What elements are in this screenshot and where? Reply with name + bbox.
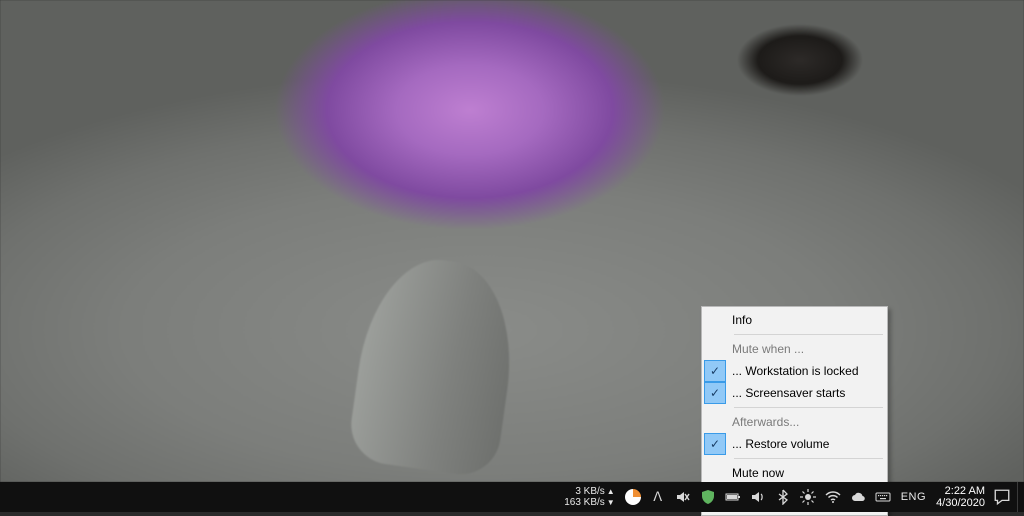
battery-icon[interactable] <box>725 489 741 505</box>
check-icon: ✓ <box>704 433 726 455</box>
menu-separator <box>734 407 883 408</box>
down-arrow-icon: ▼ <box>607 497 615 508</box>
disk-usage-icon[interactable] <box>625 489 641 505</box>
language-indicator[interactable]: ENG <box>897 491 930 503</box>
tray-overflow-button[interactable]: ᐱ <box>650 489 666 505</box>
menu-item-restore-volume[interactable]: ✓ ... Restore volume <box>704 433 885 455</box>
menu-item-label: Mute when ... <box>732 338 877 360</box>
pie-icon <box>625 489 641 505</box>
taskbar: 3 KB/s ▲ 163 KB/s ▼ ᐱ <box>0 482 1024 512</box>
keyboard-icon[interactable] <box>875 489 891 505</box>
netspeed-down-value: 163 KB/s <box>564 497 605 508</box>
wifi-icon[interactable] <box>825 489 841 505</box>
menu-item-info[interactable]: Info <box>704 309 885 331</box>
notification-icon <box>993 488 1011 506</box>
taskbar-clock[interactable]: 2:22 AM 4/30/2020 <box>930 485 991 509</box>
security-icon[interactable] <box>700 489 716 505</box>
menu-item-checkbox-empty <box>704 411 726 433</box>
action-center-button[interactable] <box>993 488 1011 506</box>
show-desktop-button[interactable] <box>1017 482 1024 512</box>
menu-header-afterwards: Afterwards... <box>704 411 885 433</box>
menu-header-mute-when: Mute when ... <box>704 338 885 360</box>
netspeed-up-value: 3 KB/s <box>575 486 604 497</box>
menu-item-mute-now[interactable]: Mute now <box>704 462 885 484</box>
menu-item-checkbox-empty <box>704 338 726 360</box>
system-tray: ᐱ <box>619 489 897 505</box>
up-arrow-icon: ▲ <box>607 486 615 497</box>
menu-separator <box>734 334 883 335</box>
menu-item-label: Info <box>732 309 877 331</box>
clock-time: 2:22 AM <box>936 485 985 497</box>
cloud-sync-icon[interactable] <box>850 489 866 505</box>
language-code: ENG <box>901 491 926 503</box>
menu-item-checkbox-empty <box>704 462 726 484</box>
check-icon: ✓ <box>704 360 726 382</box>
clock-date: 4/30/2020 <box>936 497 985 509</box>
menu-item-label: ... Screensaver starts <box>732 382 877 404</box>
menu-item-label: Mute now <box>732 462 877 484</box>
brightness-icon[interactable] <box>800 489 816 505</box>
volume-muted-icon[interactable] <box>675 489 691 505</box>
speaker-icon[interactable] <box>750 489 766 505</box>
chevron-up-icon: ᐱ <box>653 489 662 505</box>
menu-item-label: Afterwards... <box>732 411 877 433</box>
netspeed-indicator[interactable]: 3 KB/s ▲ 163 KB/s ▼ <box>560 486 619 508</box>
menu-item-screensaver-starts[interactable]: ✓ ... Screensaver starts <box>704 382 885 404</box>
menu-item-workstation-locked[interactable]: ✓ ... Workstation is locked <box>704 360 885 382</box>
menu-item-label: ... Workstation is locked <box>732 360 877 382</box>
check-icon: ✓ <box>704 382 726 404</box>
bluetooth-icon[interactable] <box>775 489 791 505</box>
menu-separator <box>734 458 883 459</box>
menu-item-checkbox-empty <box>704 309 726 331</box>
menu-item-label: ... Restore volume <box>732 433 877 455</box>
